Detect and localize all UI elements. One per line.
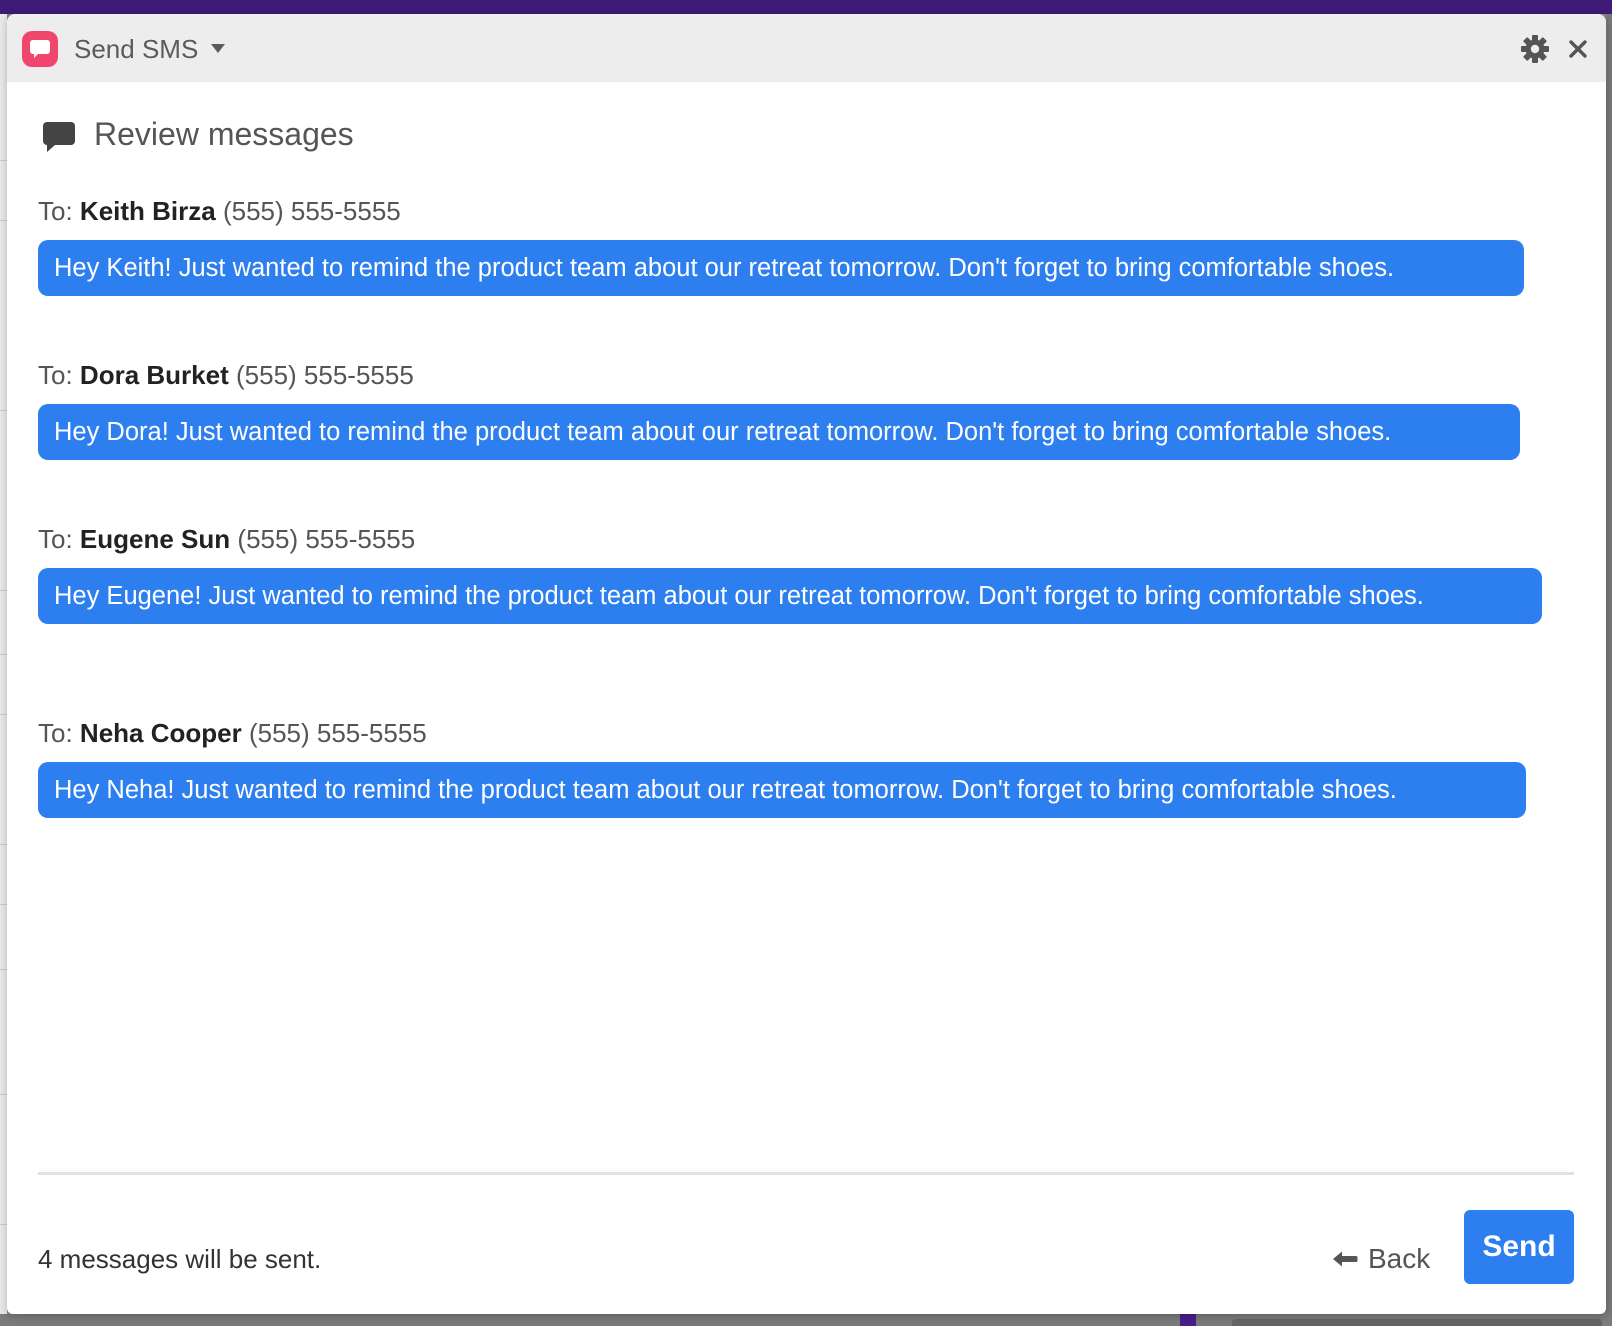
app-title[interactable]: Send SMS bbox=[74, 34, 198, 64]
gear-icon[interactable] bbox=[1520, 34, 1550, 64]
back-button-label: Back bbox=[1368, 1243, 1431, 1274]
back-button[interactable]: Back bbox=[1332, 1234, 1442, 1284]
background-app-top-bar bbox=[0, 0, 1612, 14]
background-row-divider bbox=[0, 220, 7, 221]
sms-app-icon bbox=[22, 31, 58, 67]
arrow-left-icon bbox=[1333, 1251, 1358, 1267]
message-bubble: Hey Neha! Just wanted to remind the prod… bbox=[38, 762, 1526, 818]
dialog-title-bar: Send SMS bbox=[7, 14, 1606, 82]
background-row-divider bbox=[0, 1094, 7, 1095]
background-app-right-edge bbox=[1606, 14, 1612, 1326]
recipient-prefix: To: bbox=[38, 718, 73, 748]
send-count-status: 4 messages will be sent. bbox=[38, 1244, 322, 1274]
speech-bubble-icon bbox=[43, 122, 75, 152]
recipient-line: To: Dora Burket (555) 555-5555 bbox=[38, 358, 414, 392]
recipient-prefix: To: bbox=[38, 524, 73, 554]
send-button[interactable]: Send bbox=[1464, 1210, 1574, 1284]
recipient-prefix: To: bbox=[38, 196, 73, 226]
close-icon[interactable] bbox=[1567, 38, 1589, 60]
recipient-phone: (555) 555-5555 bbox=[222, 196, 401, 226]
footer-divider bbox=[38, 1172, 1574, 1175]
background-row-divider bbox=[0, 844, 7, 845]
message-bubble: Hey Keith! Just wanted to remind the pro… bbox=[38, 240, 1524, 296]
recipient-phone: (555) 555-5555 bbox=[235, 360, 414, 390]
background-app-bottom-bar bbox=[1232, 1319, 1602, 1326]
background-row-divider bbox=[0, 969, 7, 970]
background-row-divider bbox=[0, 714, 7, 715]
recipient-prefix: To: bbox=[38, 360, 73, 390]
recipient-name: Dora Burket bbox=[79, 360, 229, 390]
page-title: Review messages bbox=[94, 116, 354, 152]
recipient-line: To: Eugene Sun (555) 555-5555 bbox=[38, 522, 415, 556]
background-row-divider bbox=[0, 904, 7, 905]
message-bubble: Hey Dora! Just wanted to remind the prod… bbox=[38, 404, 1520, 460]
background-row-divider bbox=[0, 590, 7, 591]
background-row-divider bbox=[0, 654, 7, 655]
recipient-name: Neha Cooper bbox=[79, 718, 242, 748]
message-bubble: Hey Eugene! Just wanted to remind the pr… bbox=[38, 568, 1542, 624]
app-menu-chevron-down-icon[interactable] bbox=[211, 44, 225, 53]
background-app-left-edge bbox=[0, 14, 7, 1326]
recipient-phone: (555) 555-5555 bbox=[248, 718, 427, 748]
recipient-line: To: Neha Cooper (555) 555-5555 bbox=[38, 716, 427, 750]
background-row-divider bbox=[0, 1224, 7, 1225]
recipient-name: Eugene Sun bbox=[79, 524, 231, 554]
recipient-line: To: Keith Birza (555) 555-5555 bbox=[38, 194, 401, 228]
send-sms-dialog: Send SMS Review messages To: Keith Birza… bbox=[7, 14, 1606, 1314]
background-row-divider bbox=[0, 410, 7, 411]
background-row-divider bbox=[0, 160, 7, 161]
recipient-phone: (555) 555-5555 bbox=[237, 524, 416, 554]
background-app-accent bbox=[1180, 1314, 1196, 1326]
recipient-name: Keith Birza bbox=[79, 196, 216, 226]
